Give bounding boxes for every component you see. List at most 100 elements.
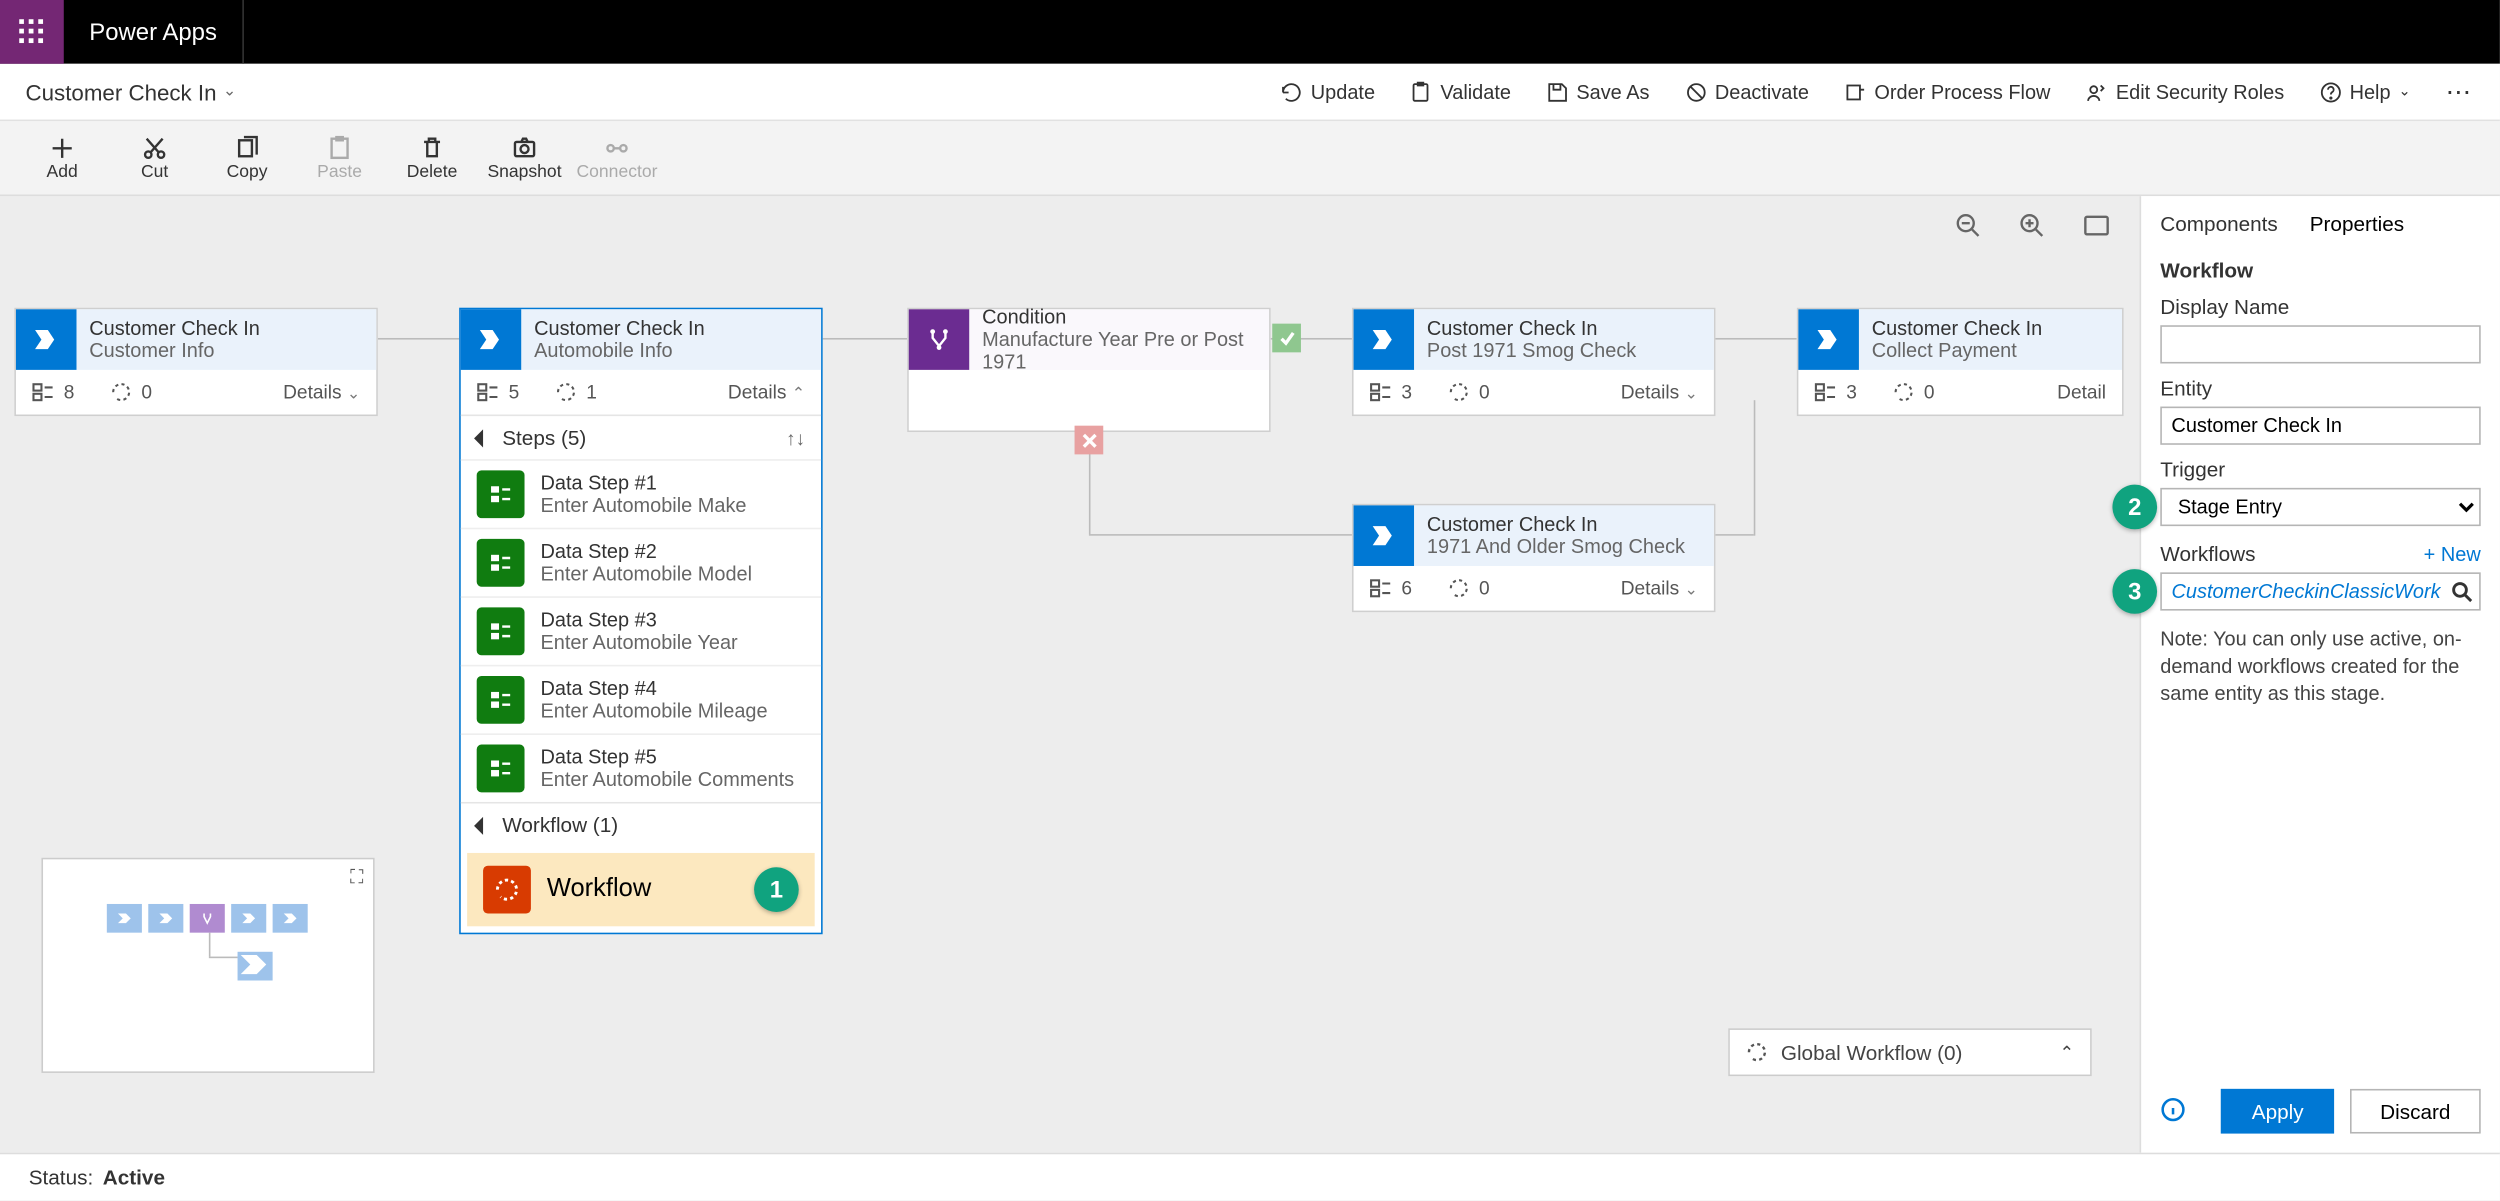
order-process-flow-button[interactable]: Order Process Flow xyxy=(1844,81,2050,103)
deactivate-button[interactable]: Deactivate xyxy=(1685,81,1809,103)
step-row[interactable]: Data Step #1Enter Automobile Make xyxy=(461,459,821,528)
edit-security-roles-button[interactable]: Edit Security Roles xyxy=(2086,81,2285,103)
breadcrumb[interactable]: Customer Check In ⌄ xyxy=(26,79,237,105)
minimap[interactable]: ⛶ xyxy=(41,858,374,1073)
validate-button[interactable]: Validate xyxy=(1410,81,1511,103)
search-icon[interactable] xyxy=(2450,580,2472,602)
chevron-up-icon: ⌃ xyxy=(2059,1042,2074,1063)
step-row[interactable]: Data Step #5Enter Automobile Comments xyxy=(461,733,821,802)
designer-canvas[interactable]: Customer Check InCustomer Info 8 0 Detai… xyxy=(0,196,2140,1153)
fit-to-screen-button[interactable] xyxy=(2082,212,2111,249)
edit-toolbar: Add Cut Copy Paste Delete Snapshot Conne… xyxy=(0,121,2500,196)
stage-icon xyxy=(1354,505,1415,566)
collapse-icon xyxy=(474,816,492,834)
callout-badge: 1 xyxy=(754,867,799,912)
info-icon[interactable] xyxy=(2160,1096,2186,1126)
tab-components[interactable]: Components xyxy=(2160,212,2278,236)
details-toggle[interactable]: Details ⌃ xyxy=(728,381,805,403)
app-launcher-button[interactable] xyxy=(0,0,64,64)
details-toggle[interactable]: Detail xyxy=(2057,381,2106,403)
stage-icon xyxy=(461,309,522,370)
workflow-icon xyxy=(1746,1041,1768,1063)
security-icon xyxy=(2086,81,2108,103)
workflow-row[interactable]: Workflow 1 xyxy=(467,853,815,926)
step-row[interactable]: Data Step #4Enter Automobile Mileage xyxy=(461,665,821,734)
workflow-count-icon xyxy=(1447,577,1469,599)
zoom-in-button[interactable] xyxy=(2018,212,2047,249)
workflow-lookup-input[interactable] xyxy=(2160,572,2480,610)
steps-icon xyxy=(477,381,499,403)
workflow-count-icon xyxy=(554,381,576,403)
stage-automobile-info[interactable]: Customer Check InAutomobile Info 5 1 Det… xyxy=(459,308,823,935)
help-button[interactable]: Help⌄ xyxy=(2319,81,2410,103)
tab-properties[interactable]: Properties xyxy=(2310,212,2404,236)
apply-button[interactable]: Apply xyxy=(2221,1089,2333,1134)
clipboard-icon xyxy=(1410,81,1432,103)
details-toggle[interactable]: Details ⌄ xyxy=(1621,577,1698,599)
trigger-select[interactable]: Stage Entry xyxy=(2160,488,2480,526)
command-bar: Customer Check In ⌄ Update Validate Save… xyxy=(0,64,2500,121)
workflow-count-icon xyxy=(110,381,132,403)
data-step-icon xyxy=(477,470,525,518)
minimap-node xyxy=(190,904,225,933)
camera-icon xyxy=(512,135,538,161)
refresh-icon xyxy=(1280,81,1302,103)
steps-header[interactable]: Steps (5)↑↓ xyxy=(461,415,821,460)
add-button[interactable]: Add xyxy=(16,122,108,194)
stage-customer-info[interactable]: Customer Check InCustomer Info 8 0 Detai… xyxy=(14,308,378,416)
zoom-out-button[interactable] xyxy=(1955,212,1984,249)
save-as-button[interactable]: Save As xyxy=(1546,81,1649,103)
status-label: Status: xyxy=(29,1165,94,1189)
step-row[interactable]: Data Step #3Enter Automobile Year xyxy=(461,596,821,665)
reorder-arrows-icon[interactable]: ↑↓ xyxy=(786,426,805,448)
details-toggle[interactable]: Details ⌄ xyxy=(1621,381,1698,403)
callout-badge: 3 xyxy=(2112,569,2157,614)
scissors-icon xyxy=(142,135,168,161)
minimap-node xyxy=(107,904,142,933)
cut-button[interactable]: Cut xyxy=(108,122,200,194)
display-name-input[interactable] xyxy=(2160,325,2480,363)
update-button[interactable]: Update xyxy=(1280,81,1375,103)
workflow-count-icon xyxy=(1892,381,1914,403)
steps-icon xyxy=(1370,577,1392,599)
deactivate-icon xyxy=(1685,81,1707,103)
minimap-expand-icon[interactable]: ⛶ xyxy=(350,866,363,890)
minimap-node xyxy=(231,904,266,933)
details-toggle[interactable]: Details ⌄ xyxy=(283,381,360,403)
minimap-node xyxy=(238,952,273,981)
workflow-count-icon xyxy=(1447,381,1469,403)
status-bar: Status: Active xyxy=(0,1153,2500,1201)
copy-button[interactable]: Copy xyxy=(201,122,293,194)
global-workflow-bar[interactable]: Global Workflow (0) ⌃ xyxy=(1728,1028,2092,1076)
more-commands-button[interactable]: ⋯ xyxy=(2446,76,2475,108)
stage-post-1971-smog[interactable]: Customer Check InPost 1971 Smog Check 3 … xyxy=(1352,308,1716,416)
data-step-icon xyxy=(477,676,525,724)
connector-button: Connector xyxy=(571,122,663,194)
minimap-node xyxy=(148,904,183,933)
global-header: Power Apps xyxy=(0,0,2500,64)
copy-icon xyxy=(234,135,260,161)
snapshot-button[interactable]: Snapshot xyxy=(478,122,570,194)
delete-button[interactable]: Delete xyxy=(386,122,478,194)
status-value: Active xyxy=(103,1165,165,1189)
workflow-header[interactable]: Workflow (1) xyxy=(461,802,821,847)
stage-1971-older-smog[interactable]: Customer Check In1971 And Older Smog Che… xyxy=(1352,504,1716,612)
workflows-label: Workflows xyxy=(2160,542,2255,566)
condition-icon xyxy=(909,309,970,370)
trigger-label: Trigger xyxy=(2160,458,2480,482)
condition-manufacture-year[interactable]: ConditionManufacture Year Pre or Post 19… xyxy=(907,308,1271,432)
paste-button: Paste xyxy=(293,122,385,194)
zoom-controls xyxy=(1955,212,2111,249)
condition-true-icon xyxy=(1272,324,1301,353)
entity-input[interactable] xyxy=(2160,407,2480,445)
section-header: Workflow xyxy=(2160,258,2480,282)
stage-collect-payment[interactable]: Customer Check InCollect Payment 3 0 Det… xyxy=(1797,308,2124,416)
discard-button[interactable]: Discard xyxy=(2350,1089,2481,1134)
data-step-icon xyxy=(477,607,525,655)
condition-false-icon xyxy=(1075,426,1104,455)
trash-icon xyxy=(419,135,445,161)
step-row[interactable]: Data Step #2Enter Automobile Model xyxy=(461,528,821,597)
steps-icon xyxy=(1814,381,1836,403)
paste-icon xyxy=(327,135,353,161)
new-workflow-link[interactable]: + New xyxy=(2424,543,2481,565)
